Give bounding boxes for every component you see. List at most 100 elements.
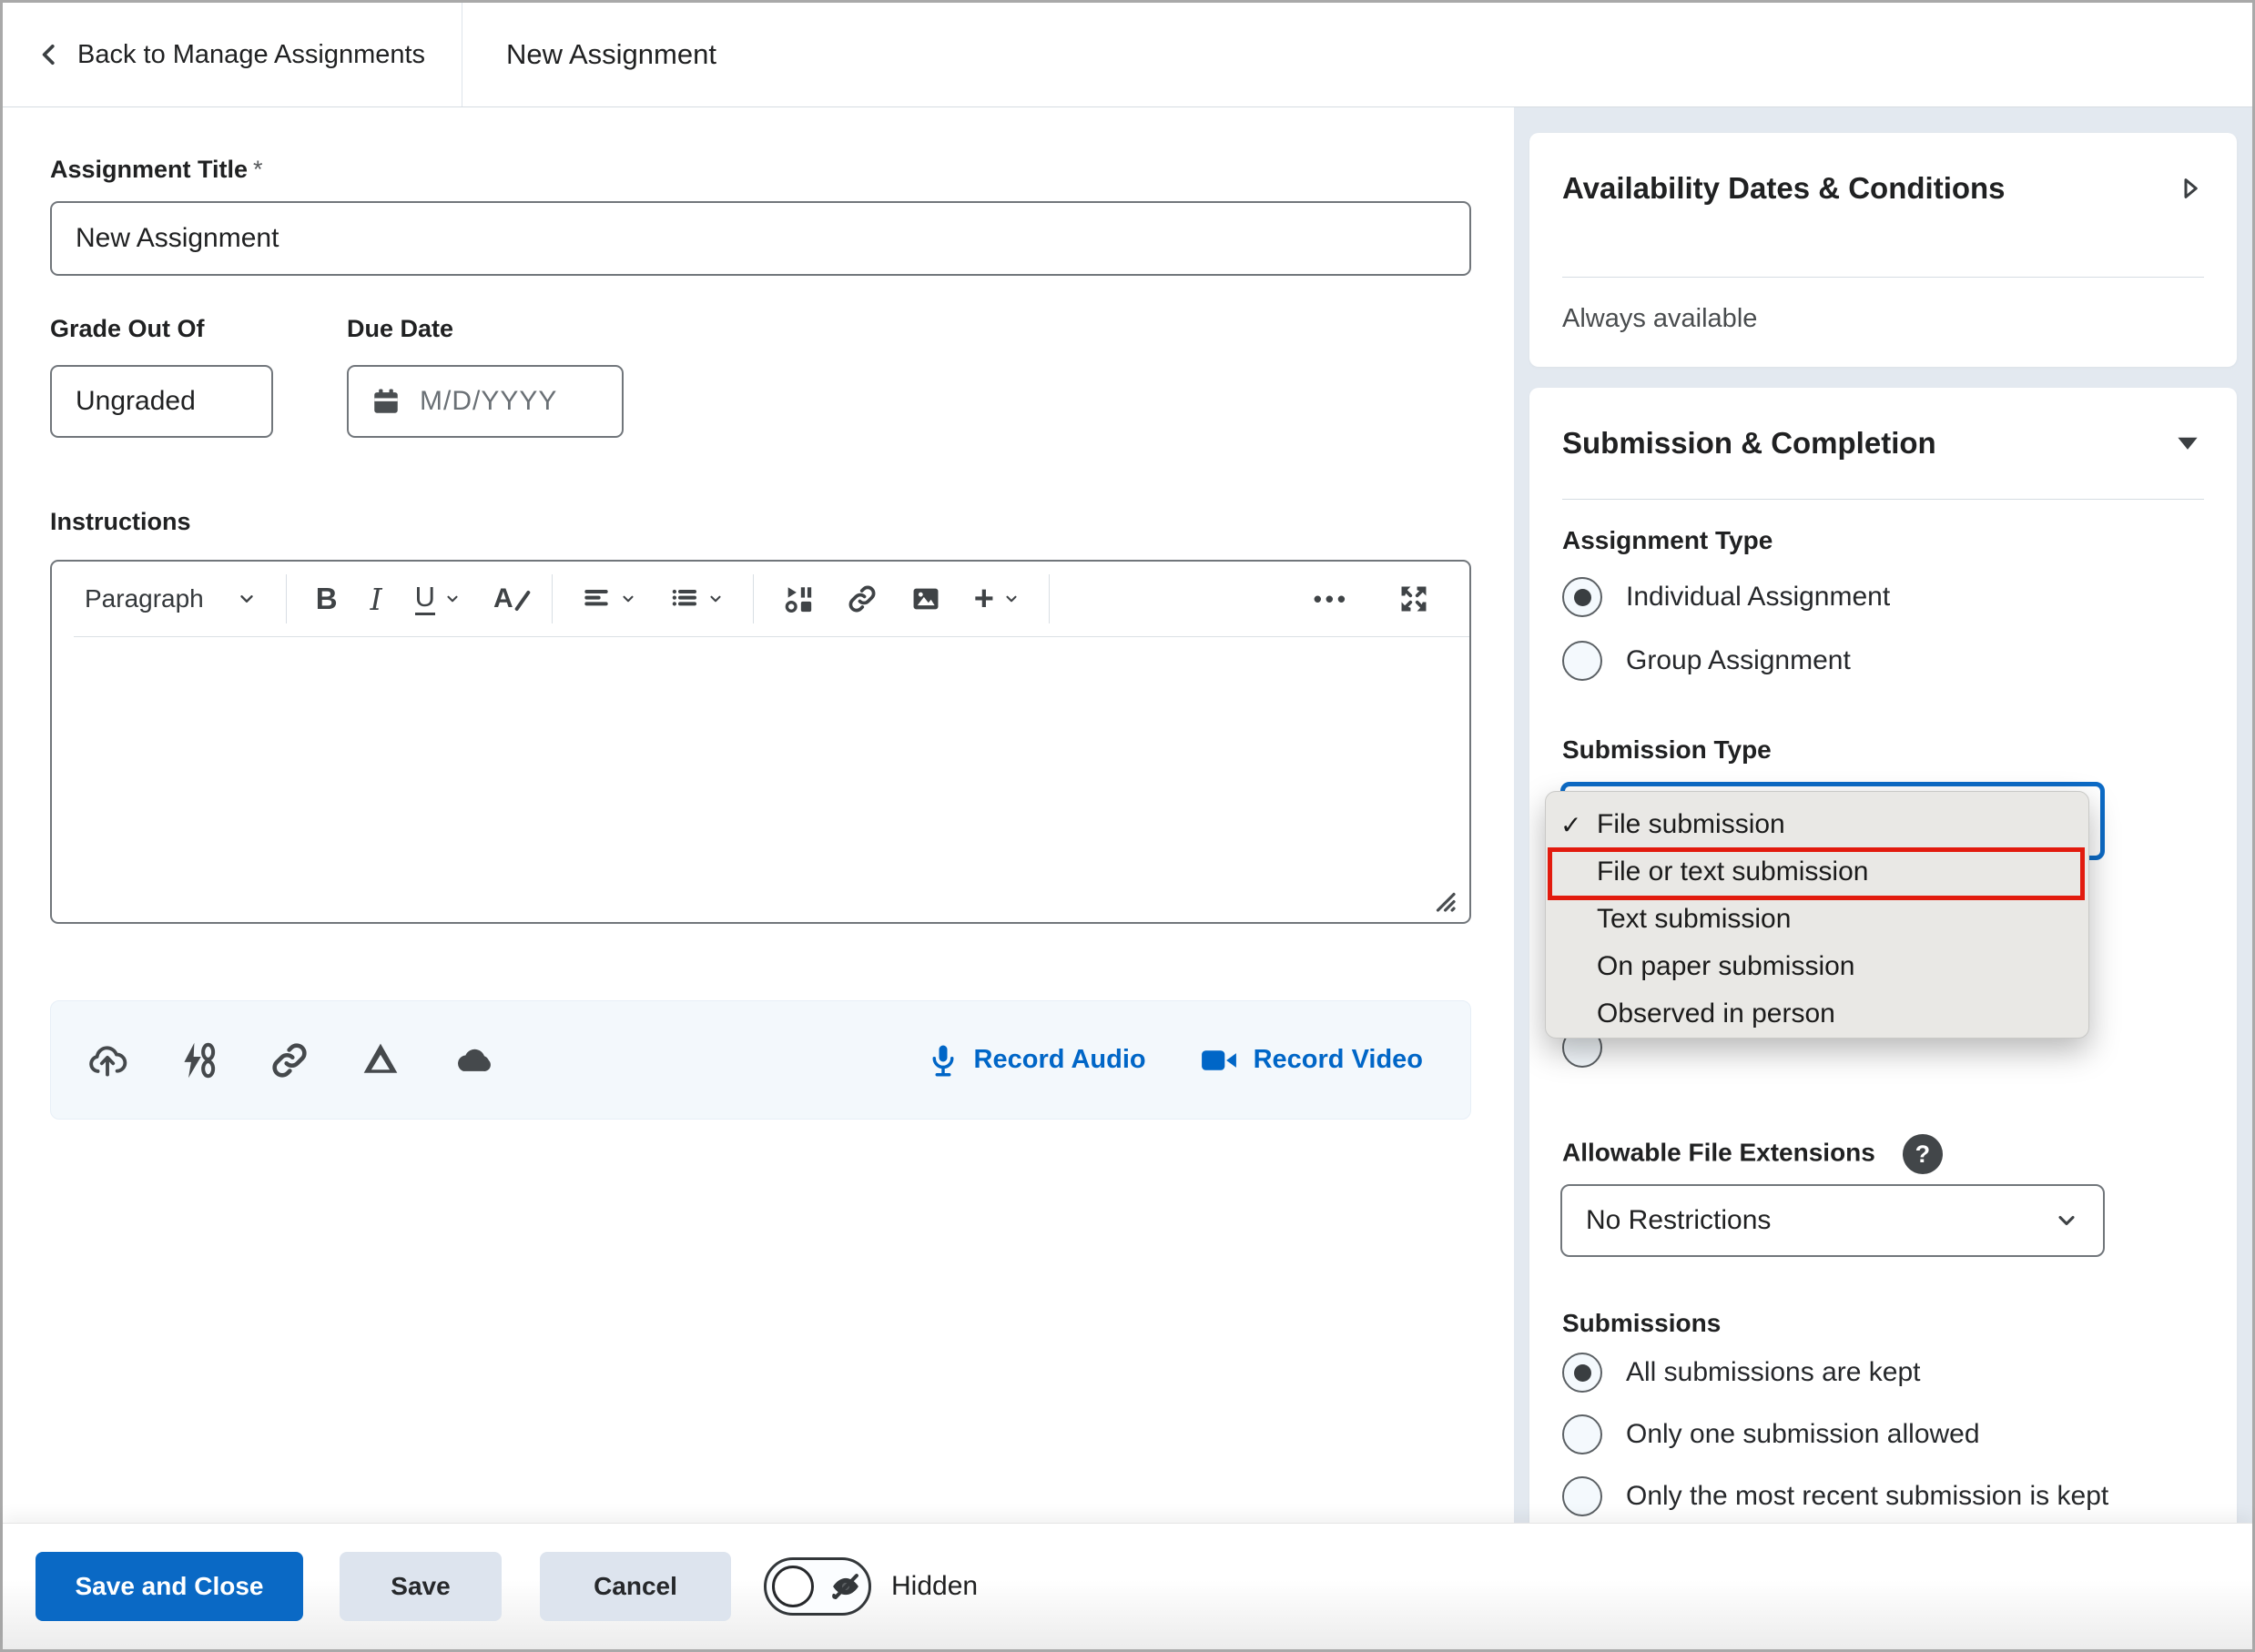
weblink-icon <box>269 1040 310 1080</box>
italic-icon: I <box>371 582 382 617</box>
radio-selected-icon <box>1562 1353 1602 1393</box>
submissions-label: Submissions <box>1562 1309 1721 1338</box>
italic-button[interactable]: I <box>358 574 395 624</box>
toggle-knob <box>772 1566 814 1607</box>
video-camera-icon <box>1199 1044 1239 1077</box>
insert-more-dropdown[interactable]: + <box>961 578 1032 620</box>
instructions-text-area[interactable] <box>52 637 1469 896</box>
instructions-editor: Paragraph B I U A <box>50 560 1471 924</box>
file-upload-button[interactable] <box>87 1040 127 1080</box>
align-icon <box>582 584 611 613</box>
fullscreen-icon <box>1398 583 1429 614</box>
file-extensions-select[interactable]: No Restrictions <box>1560 1184 2105 1257</box>
save-button[interactable]: Save <box>340 1552 502 1621</box>
record-audio-label: Record Audio <box>974 1045 1146 1075</box>
microphone-icon <box>927 1041 960 1079</box>
radio-most-recent-submission[interactable]: Only the most recent submission is kept <box>1562 1476 2108 1516</box>
due-date-placeholder: M/D/YYYY <box>420 386 557 417</box>
assignment-form: Assignment Title* Grade Out Of Due Date … <box>3 107 1514 1649</box>
font-color-button[interactable]: A <box>481 576 526 622</box>
due-date-input[interactable]: M/D/YYYY <box>347 365 624 438</box>
toolbar-separator <box>552 574 553 623</box>
header: Back to Manage Assignments New Assignmen… <box>3 3 2252 107</box>
assignment-title-input[interactable] <box>50 201 1471 276</box>
font-color-icon: A <box>493 583 513 614</box>
radio-only-one-submission[interactable]: Only one submission allowed <box>1562 1414 1980 1454</box>
list-button[interactable] <box>656 577 736 621</box>
submission-type-menu: ✓ File submission File or text submissio… <box>1545 791 2089 1039</box>
radio-group-assignment[interactable]: Group Assignment <box>1562 641 1851 681</box>
radio-individual-assignment[interactable]: Individual Assignment <box>1562 577 1890 617</box>
menu-item-file-or-text-submission[interactable]: File or text submission <box>1546 848 2088 896</box>
back-to-manage-assignments-link[interactable]: Back to Manage Assignments <box>3 3 425 106</box>
menu-item-observed-in-person[interactable]: Observed in person <box>1546 990 2088 1038</box>
toolbar-separator <box>286 574 287 623</box>
chevron-left-icon <box>37 38 61 71</box>
ellipsis-icon: ••• <box>1314 585 1349 613</box>
attachment-buttons <box>87 1040 495 1080</box>
help-icon[interactable]: ? <box>1903 1134 1943 1174</box>
image-icon <box>910 583 941 614</box>
chevron-down-icon <box>237 589 257 609</box>
attach-existing-activity-button[interactable] <box>178 1040 218 1080</box>
google-drive-button[interactable] <box>361 1040 401 1080</box>
insert-link-button[interactable] <box>834 576 890 622</box>
cancel-button[interactable]: Cancel <box>540 1552 731 1621</box>
submission-card-header[interactable]: Submission & Completion <box>1529 388 2237 461</box>
underline-button[interactable]: U <box>402 575 473 623</box>
page-title: New Assignment <box>506 38 716 71</box>
chevron-down-icon <box>2054 1208 2079 1233</box>
availability-card: Availability Dates & Conditions Always a… <box>1529 133 2237 367</box>
menu-item-file-submission[interactable]: ✓ File submission <box>1546 801 2088 848</box>
attachments-bar: Record Audio Record Video <box>50 1000 1471 1120</box>
eye-slash-icon <box>828 1569 863 1604</box>
caret-down-icon <box>2171 430 2204 457</box>
insert-image-button[interactable] <box>898 576 954 622</box>
record-audio-button[interactable]: Record Audio <box>927 1041 1146 1079</box>
chevron-down-icon <box>707 591 724 607</box>
editor-toolbar: Paragraph B I U A <box>52 562 1469 636</box>
grade-out-of-input[interactable] <box>50 365 273 438</box>
radio-all-submissions-kept[interactable]: All submissions are kept <box>1562 1353 1920 1393</box>
back-link-label: Back to Manage Assignments <box>77 40 425 70</box>
due-date-label: Due Date <box>347 315 453 343</box>
align-button[interactable] <box>569 577 649 621</box>
onedrive-button[interactable] <box>452 1040 495 1080</box>
record-buttons: Record Audio Record Video <box>927 1041 1434 1079</box>
submission-completion-card: Submission & Completion Assignment Type … <box>1529 388 2237 1598</box>
chevron-down-icon <box>444 591 461 607</box>
hidden-toggle[interactable] <box>764 1557 871 1616</box>
radio-selected-icon <box>1562 577 1602 617</box>
record-video-button[interactable]: Record Video <box>1199 1044 1423 1077</box>
bold-icon: B <box>316 582 338 616</box>
fullscreen-button[interactable] <box>1386 576 1442 622</box>
insert-stuff-button[interactable] <box>770 576 827 622</box>
underline-icon: U <box>415 583 435 615</box>
insert-stuff-icon <box>783 583 814 614</box>
cloud-upload-icon <box>87 1040 127 1080</box>
save-and-close-button[interactable]: Save and Close <box>36 1552 303 1621</box>
submission-title: Submission & Completion <box>1562 426 1936 461</box>
plus-icon: + <box>974 585 994 613</box>
resize-handle-icon[interactable] <box>1431 887 1458 915</box>
availability-card-header[interactable]: Availability Dates & Conditions <box>1529 133 2237 206</box>
link-icon <box>847 583 878 614</box>
attach-link-button[interactable] <box>269 1040 310 1080</box>
record-video-label: Record Video <box>1254 1045 1423 1075</box>
google-drive-icon <box>361 1040 401 1080</box>
menu-item-text-submission[interactable]: Text submission <box>1546 896 2088 943</box>
more-actions-button[interactable]: ••• <box>1301 578 1362 621</box>
toolbar-separator <box>1049 574 1050 623</box>
check-icon: ✓ <box>1560 810 1581 840</box>
bold-button[interactable]: B <box>303 574 350 623</box>
paragraph-style-dropdown[interactable]: Paragraph <box>72 577 269 621</box>
card-divider <box>1562 499 2204 500</box>
chevron-down-icon <box>620 591 636 607</box>
menu-item-on-paper-submission[interactable]: On paper submission <box>1546 943 2088 990</box>
instructions-label: Instructions <box>50 508 191 536</box>
calendar-icon <box>371 386 401 417</box>
quicklink-lightning-icon <box>178 1040 218 1080</box>
submission-type-label: Submission Type <box>1562 735 1772 765</box>
toolbar-right-group: ••• <box>1301 576 1449 622</box>
file-extensions-value: No Restrictions <box>1586 1205 1771 1236</box>
